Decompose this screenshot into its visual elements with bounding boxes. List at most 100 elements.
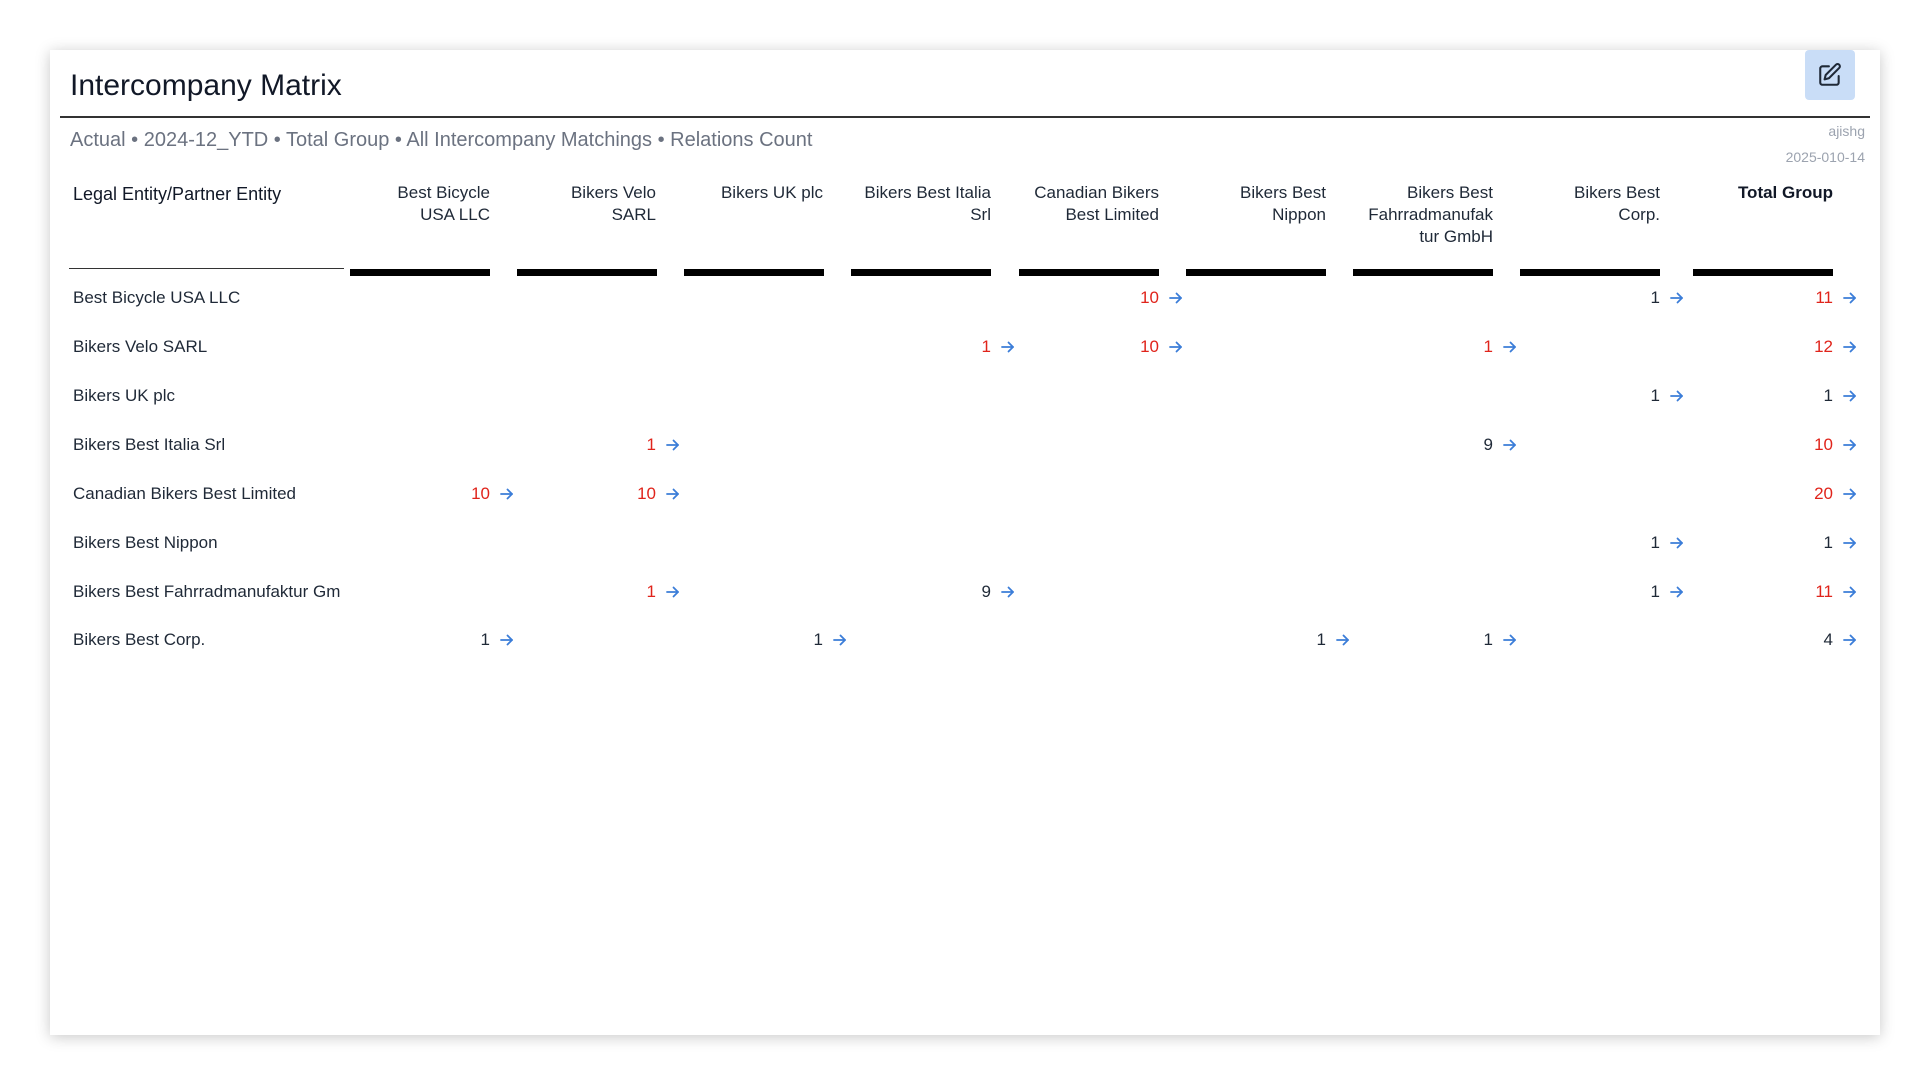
matrix-cell-value[interactable]: 20	[1753, 483, 1833, 505]
matrix-cell-value[interactable]: 9	[911, 581, 991, 603]
matrix-cell-value[interactable]: 1	[911, 336, 991, 358]
row-label: Bikers Velo SARL	[73, 337, 208, 356]
column-header-line: Bikers Best	[1574, 183, 1660, 202]
column-header: Bikers Best Nippon	[1186, 182, 1326, 226]
matrix-cell-value[interactable]: 11	[1753, 581, 1833, 603]
matrix-cell-value[interactable]: 1	[1246, 629, 1326, 651]
column-header-bar	[350, 269, 490, 276]
arrow-right-icon[interactable]	[1841, 581, 1859, 603]
matrix-cell-value[interactable]: 1	[1580, 581, 1660, 603]
row-label: Canadian Bikers Best Limited	[73, 484, 297, 503]
column-header-line: Bikers UK plc	[720, 183, 823, 202]
arrow-right-icon[interactable]	[664, 581, 682, 603]
column-header-line: USA LLC	[420, 205, 490, 224]
matrix-cell-value[interactable]: 1	[1413, 629, 1493, 651]
arrow-right-icon[interactable]	[664, 483, 682, 505]
column-header-bar	[1353, 269, 1493, 276]
matrix-cell-value[interactable]: 9	[1413, 434, 1493, 456]
column-header-line: Canadian Bikers	[1034, 183, 1159, 202]
matrix-cell-value[interactable]: 1	[576, 434, 656, 456]
arrow-right-icon[interactable]	[1668, 385, 1686, 407]
meta-user: ajishg	[1828, 123, 1865, 139]
row-label: Bikers Best Italia Srl	[73, 435, 226, 454]
row-label: Bikers Best Nippon	[73, 533, 218, 552]
column-header-line: SARL	[611, 205, 656, 224]
column-header-line: Corp.	[1618, 205, 1660, 224]
arrow-right-icon[interactable]	[1501, 434, 1519, 456]
arrow-right-icon[interactable]	[1501, 336, 1519, 358]
arrow-right-icon[interactable]	[1334, 629, 1352, 651]
row-label: Bikers Best Corp.	[73, 630, 206, 649]
edit-button[interactable]	[1805, 50, 1855, 100]
arrow-right-icon[interactable]	[1841, 385, 1859, 407]
title-divider	[60, 116, 1870, 118]
edit-pencil-icon	[1819, 63, 1841, 86]
arrow-right-icon[interactable]	[1668, 581, 1686, 603]
matrix-cell-value[interactable]: 1	[1580, 532, 1660, 554]
matrix-cell-value[interactable]: 1	[410, 629, 490, 651]
column-header-line: Bikers Velo	[570, 183, 656, 202]
arrow-right-icon[interactable]	[1841, 434, 1859, 456]
column-header-line: Bikers Best	[1240, 183, 1326, 202]
matrix-cell-value[interactable]: 1	[743, 629, 823, 651]
column-header-line: Bikers Best	[1407, 183, 1493, 202]
column-header-line: tur GmbH	[1419, 227, 1493, 246]
column-header: Best Bicycle USA LLC	[350, 182, 490, 226]
column-header-bar	[851, 269, 991, 276]
arrow-right-icon[interactable]	[1841, 532, 1859, 554]
arrow-right-icon[interactable]	[1167, 336, 1185, 358]
matrix-cell-value[interactable]: 1	[1753, 385, 1833, 407]
arrow-right-icon[interactable]	[999, 336, 1017, 358]
widget-meta: ajishg 2025-010-14	[1786, 118, 1865, 170]
column-header-line: Best Limited	[1065, 205, 1159, 224]
arrow-right-icon[interactable]	[1668, 287, 1686, 309]
matrix-cell-value[interactable]: 12	[1753, 336, 1833, 358]
column-header-line: Fahrradmanufak	[1368, 205, 1493, 224]
row-label: Bikers UK plc	[73, 386, 176, 405]
arrow-right-icon[interactable]	[999, 581, 1017, 603]
arrow-right-icon[interactable]	[1841, 287, 1859, 309]
column-header-line: Total Group	[1737, 183, 1833, 202]
arrow-right-icon[interactable]	[498, 483, 516, 505]
matrix-cell-value[interactable]: 10	[1079, 336, 1159, 358]
column-header: Bikers Best Corp.	[1520, 182, 1660, 226]
column-header: Bikers Velo SARL	[516, 182, 656, 226]
matrix-cell-value[interactable]: 10	[576, 483, 656, 505]
widget-subtitle: Actual • 2024-12_YTD • Total Group • All…	[70, 129, 813, 151]
matrix-cell-value[interactable]: 10	[1753, 434, 1833, 456]
arrow-right-icon[interactable]	[1167, 287, 1185, 309]
intercompany-matrix-widget: Intercompany Matrix Actual • 2024-12_YTD…	[50, 50, 1880, 1035]
column-header: Canadian Bikers Best Limited	[1019, 182, 1159, 226]
arrow-right-icon[interactable]	[1501, 629, 1519, 651]
column-header: Bikers Best Italia Srl	[851, 182, 991, 226]
arrow-right-icon[interactable]	[498, 629, 516, 651]
column-header-bar	[517, 269, 657, 276]
column-header: Bikers Best Fahrradmanufak tur GmbH	[1353, 182, 1493, 248]
column-header-line: Best Bicycle	[397, 183, 490, 202]
column-header-bar	[1520, 269, 1660, 276]
column-header-bar	[1019, 269, 1159, 276]
arrow-right-icon[interactable]	[1668, 532, 1686, 554]
arrow-right-icon[interactable]	[664, 434, 682, 456]
column-header-bar	[1186, 269, 1326, 276]
meta-date: 2025-010-14	[1785, 149, 1865, 165]
column-header: Bikers UK plc	[683, 182, 823, 204]
matrix-cell-value[interactable]: 4	[1753, 629, 1833, 651]
matrix-cell-value[interactable]: 11	[1753, 287, 1833, 309]
arrow-right-icon[interactable]	[1841, 336, 1859, 358]
column-header-line: Nippon	[1272, 205, 1326, 224]
arrow-right-icon[interactable]	[1841, 483, 1859, 505]
matrix-cell-value[interactable]: 1	[1413, 336, 1493, 358]
matrix-cell-value[interactable]: 1	[576, 581, 656, 603]
matrix-cell-value[interactable]: 10	[1079, 287, 1159, 309]
column-header-bar	[684, 269, 824, 276]
arrow-right-icon[interactable]	[1841, 629, 1859, 651]
matrix-cell-value[interactable]: 10	[410, 483, 490, 505]
arrow-right-icon[interactable]	[831, 629, 849, 651]
matrix-cell-value[interactable]: 1	[1753, 532, 1833, 554]
widget-title: Intercompany Matrix	[70, 69, 342, 102]
matrix-cell-value[interactable]: 1	[1580, 287, 1660, 309]
column-header-bar	[1693, 269, 1833, 276]
matrix-cell-value[interactable]: 1	[1580, 385, 1660, 407]
column-header-line: Srl	[970, 205, 991, 224]
